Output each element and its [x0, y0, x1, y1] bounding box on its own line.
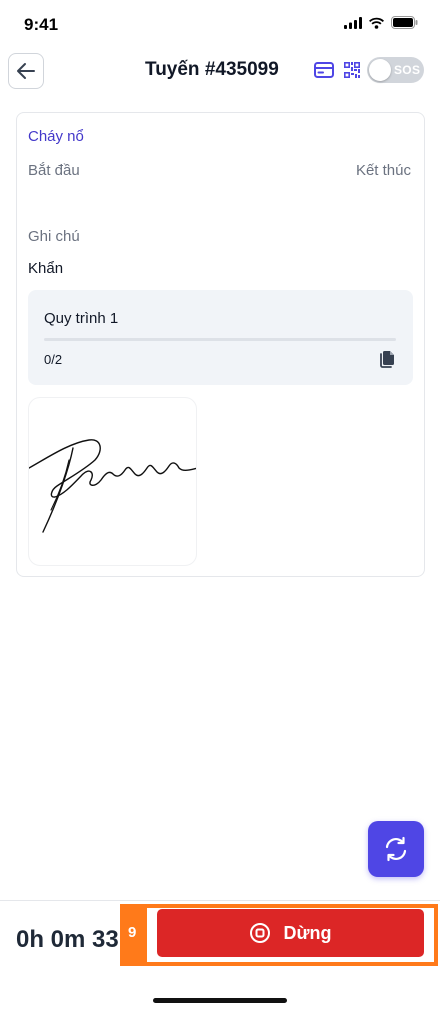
end-label: Kết thúc	[355, 162, 411, 179]
card-button[interactable]	[313, 60, 335, 80]
header: Tuyến #435099 SOS	[0, 48, 440, 92]
stop-circle-icon	[250, 923, 271, 943]
process-count: 0/2	[44, 352, 63, 367]
start-label: Bắt đầu	[28, 162, 80, 179]
refresh-button[interactable]	[368, 821, 424, 877]
stop-button[interactable]: Dừng	[157, 909, 424, 957]
stop-button-label: Dừng	[283, 922, 332, 943]
battery-icon	[391, 16, 418, 29]
note-value: Khẩn	[28, 260, 64, 277]
copy-icon	[380, 351, 394, 368]
process-item[interactable]: Quy trình 1 0/2	[28, 290, 413, 385]
elapsed-timer: 0h 0m 33	[16, 926, 119, 953]
route-detail-card: Cháy nổ Bắt đầu Kết thúc Ghi chú Khẩn Qu…	[16, 112, 425, 577]
status-icons	[344, 16, 418, 29]
card-icon	[314, 62, 334, 78]
highlight-index-tag: 9	[120, 904, 147, 966]
refresh-icon	[385, 836, 407, 862]
page-title: Tuyến #435099	[145, 59, 279, 80]
sos-toggle[interactable]: SOS	[367, 57, 424, 83]
status-bar: 9:41	[0, 0, 440, 48]
copy-button[interactable]	[376, 348, 398, 370]
process-progress-bar	[44, 338, 396, 341]
wifi-icon	[369, 17, 384, 29]
signal-icon	[344, 16, 362, 29]
incident-type: Cháy nổ	[28, 128, 84, 145]
qr-code-button[interactable]	[341, 60, 363, 80]
note-label: Ghi chú	[28, 228, 80, 245]
sos-toggle-knob	[369, 59, 391, 81]
signature-drawing	[29, 439, 196, 533]
home-indicator	[153, 998, 287, 1003]
process-name: Quy trình 1	[44, 310, 119, 327]
status-time: 9:41	[24, 15, 59, 34]
qr-code-icon	[344, 62, 360, 78]
arrow-left-icon	[17, 63, 35, 79]
back-button[interactable]	[8, 53, 44, 89]
sos-label: SOS	[394, 63, 421, 77]
signature-image[interactable]	[28, 397, 197, 566]
